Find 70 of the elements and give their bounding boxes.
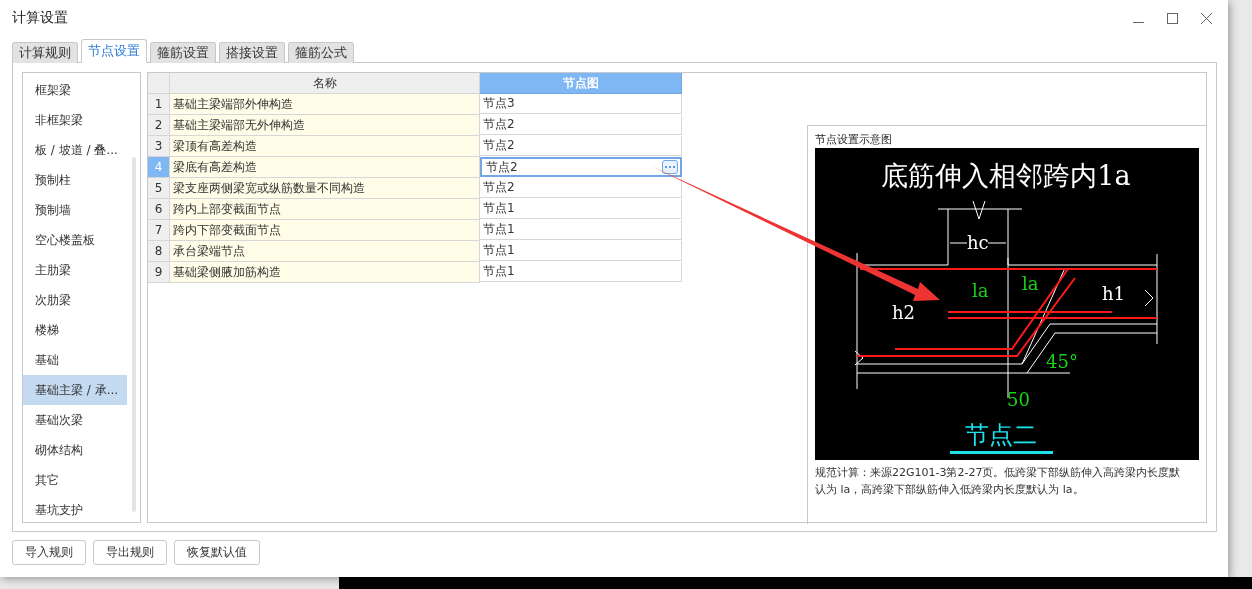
tab[interactable]: 计算规则	[12, 42, 78, 63]
cell-value: 节点2	[483, 116, 515, 133]
sidebar-item[interactable]: 次肋梁	[23, 285, 127, 315]
cell-value: 节点2	[483, 137, 515, 154]
cell-value: 节点1	[483, 242, 515, 259]
action-button[interactable]: 导入规则	[12, 540, 86, 565]
cell-editor[interactable]: 节点2	[480, 157, 682, 177]
sidebar-item[interactable]: 基础主梁 / 承...	[23, 375, 127, 405]
diagram-caption: 节点二	[965, 421, 1037, 449]
sidebar-item[interactable]: 板 / 坡道 / 叠...	[23, 135, 127, 165]
cell-value: 节点2	[486, 158, 518, 176]
dimension-label: hc	[967, 232, 989, 253]
sidebar-item[interactable]: 预制柱	[23, 165, 127, 195]
cell-value: 节点1	[483, 200, 515, 217]
tab[interactable]: 节点设置	[81, 39, 147, 63]
table-cell: 梁顶有高差构造	[170, 136, 480, 157]
table-cell: 基础梁侧腋加筋构造	[170, 262, 480, 283]
row-number: 9	[148, 262, 170, 283]
window-title: 计算设置	[12, 9, 68, 27]
sidebar-item[interactable]: 楼梯	[23, 315, 127, 345]
table-cell: 跨内下部变截面节点	[170, 220, 480, 241]
sidebar-item[interactable]: 空心楼盖板	[23, 225, 127, 255]
tab[interactable]: 搭接设置	[219, 42, 285, 63]
row-number: 5	[148, 178, 170, 199]
sidebar-item[interactable]: 其它	[23, 465, 127, 495]
cell-value: 节点2	[483, 179, 515, 196]
maximize-icon	[1166, 12, 1178, 24]
close-icon	[1200, 12, 1212, 24]
row-number: 6	[148, 199, 170, 220]
row-number: 7	[148, 220, 170, 241]
diagram-heading: 底筋伸入相邻跨内1a	[881, 160, 1131, 191]
angle-label: 45°	[1046, 351, 1078, 372]
cell-value: 节点1	[483, 263, 515, 280]
dimension-label: la	[1022, 273, 1039, 294]
table-cell: 基础主梁端部外伸构造	[170, 94, 480, 115]
sidebar-item[interactable]: 基础次梁	[23, 405, 127, 435]
more-button[interactable]	[662, 160, 678, 174]
sidebar-item[interactable]: 框架梁	[23, 75, 127, 105]
dimension-label: h1	[1102, 283, 1126, 304]
tab[interactable]: 箍筋设置	[150, 42, 216, 63]
row-number: 8	[148, 241, 170, 262]
preview-title: 节点设置示意图	[815, 132, 893, 146]
table-cell: 基础主梁端部无外伸构造	[170, 115, 480, 136]
dimension-label: 50	[1007, 389, 1030, 410]
action-button[interactable]: 导出规则	[93, 540, 167, 565]
table-cell: 梁支座两侧梁宽或纵筋数量不同构造	[170, 178, 480, 199]
row-number: 3	[148, 136, 170, 157]
cell-value: 节点1	[483, 221, 515, 238]
description-text: 规范计算：来源22G101-3第2-27页。低跨梁下部纵筋伸入高跨梁内长度默认为 la，高跨梁下部纵筋伸入低跨梁内长度默认为 la。	[815, 465, 1181, 498]
row-number: 4	[148, 157, 170, 178]
cell-value: 节点3	[483, 95, 515, 112]
tab[interactable]: 箍筋公式	[288, 42, 354, 63]
sidebar-item[interactable]: 预制墙	[23, 195, 127, 225]
table-cell: 跨内上部变截面节点	[170, 199, 480, 220]
table-cell: 梁底有高差构造	[170, 157, 480, 178]
row-number: 2	[148, 115, 170, 136]
sidebar-item[interactable]: 基础	[23, 345, 127, 375]
minimize-icon	[1132, 22, 1144, 23]
sidebar-item[interactable]: 砌体结构	[23, 435, 127, 465]
table-cell: 承台梁端节点	[170, 241, 480, 262]
action-button[interactable]: 恢复默认值	[174, 540, 260, 565]
column-header: 节点图	[480, 73, 682, 94]
column-header: 名称	[170, 73, 480, 94]
sidebar-item[interactable]: 基坑支护	[23, 495, 127, 525]
sidebar-item[interactable]: 非框架梁	[23, 105, 127, 135]
row-number: 1	[148, 94, 170, 115]
dimension-label: la	[972, 280, 989, 301]
dimension-label: h2	[892, 302, 916, 323]
sidebar-item[interactable]: 主肋梁	[23, 255, 127, 285]
header-cell	[148, 73, 170, 94]
